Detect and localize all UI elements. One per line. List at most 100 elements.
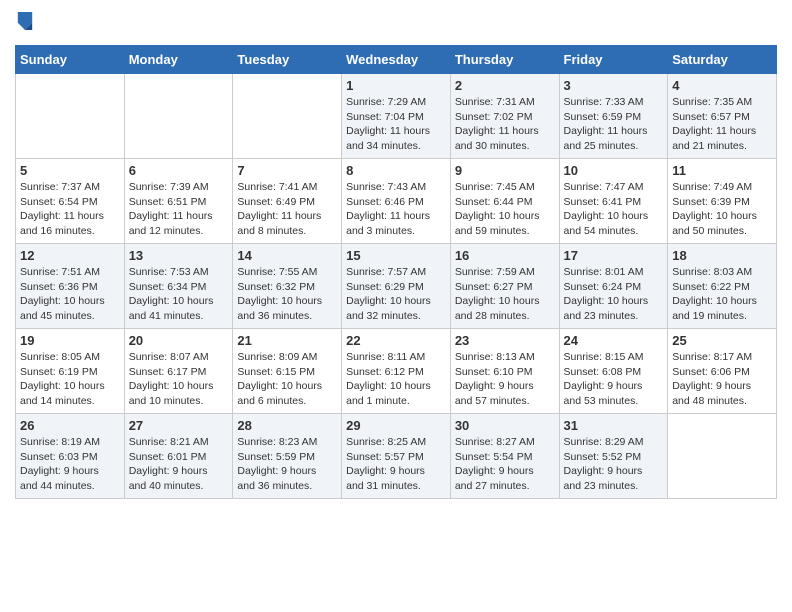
day-number: 27 bbox=[129, 418, 229, 433]
cell-text: Sunrise: 7:31 AM Sunset: 7:02 PM Dayligh… bbox=[455, 95, 555, 154]
calendar-cell: 21Sunrise: 8:09 AM Sunset: 6:15 PM Dayli… bbox=[233, 329, 342, 414]
calendar-week-row: 26 Sunrise: 8:19 AM Sunset: 6:03 PM Dayli… bbox=[16, 414, 777, 499]
cell-text: Sunrise: 8:11 AM Sunset: 6:12 PM Dayligh… bbox=[346, 350, 446, 409]
calendar-cell: 16 Sunrise: 7:59 AM Sunset: 6:27 PM Dayli… bbox=[450, 244, 559, 329]
day-number: 4 bbox=[672, 78, 772, 93]
page-container: SundayMondayTuesdayWednesdayThursdayFrid… bbox=[0, 0, 792, 509]
calendar-cell: 31 Sunrise: 8:29 AM Sunset: 5:52 PM Dayli… bbox=[559, 414, 668, 499]
calendar-cell: 20 Sunrise: 8:07 AM Sunset: 6:17 PM Dayli… bbox=[124, 329, 233, 414]
logo bbox=[15, 10, 36, 37]
weekday-header: Thursday bbox=[450, 46, 559, 74]
calendar-week-row: 19 Sunrise: 8:05 AM Sunset: 6:19 PM Dayli… bbox=[16, 329, 777, 414]
cell-text: Sunrise: 7:49 AM Sunset: 6:39 PM Dayligh… bbox=[672, 180, 772, 239]
day-number: 2 bbox=[455, 78, 555, 93]
day-number: 9 bbox=[455, 163, 555, 178]
cell-text: Sunrise: 8:13 AM Sunset: 6:10 PM Dayligh… bbox=[455, 350, 555, 409]
day-number: 13 bbox=[129, 248, 229, 263]
cell-text: Sunrise: 7:47 AM Sunset: 6:41 PM Dayligh… bbox=[564, 180, 664, 239]
day-number: 5 bbox=[20, 163, 120, 178]
calendar-cell: 29 Sunrise: 8:25 AM Sunset: 5:57 PM Dayli… bbox=[342, 414, 451, 499]
calendar-cell: 8 Sunrise: 7:43 AM Sunset: 6:46 PM Daylig… bbox=[342, 159, 451, 244]
day-number: 24 bbox=[564, 333, 664, 348]
cell-text: Sunrise: 8:01 AM Sunset: 6:24 PM Dayligh… bbox=[564, 265, 664, 324]
cell-text: Sunrise: 8:23 AM Sunset: 5:59 PM Dayligh… bbox=[237, 435, 337, 494]
cell-text: Sunrise: 8:17 AM Sunset: 6:06 PM Dayligh… bbox=[672, 350, 772, 409]
weekday-header: Monday bbox=[124, 46, 233, 74]
day-number: 30 bbox=[455, 418, 555, 433]
day-number: 12 bbox=[20, 248, 120, 263]
calendar-cell: 11 Sunrise: 7:49 AM Sunset: 6:39 PM Dayli… bbox=[668, 159, 777, 244]
calendar-cell: 19 Sunrise: 8:05 AM Sunset: 6:19 PM Dayli… bbox=[16, 329, 125, 414]
calendar-cell bbox=[124, 74, 233, 159]
calendar-cell: 22Sunrise: 8:11 AM Sunset: 6:12 PM Dayli… bbox=[342, 329, 451, 414]
cell-text: Sunrise: 8:15 AM Sunset: 6:08 PM Dayligh… bbox=[564, 350, 664, 409]
day-number: 3 bbox=[564, 78, 664, 93]
calendar-week-row: 1 Sunrise: 7:29 AM Sunset: 7:04 PM Daylig… bbox=[16, 74, 777, 159]
cell-text: Sunrise: 8:05 AM Sunset: 6:19 PM Dayligh… bbox=[20, 350, 120, 409]
weekday-header: Friday bbox=[559, 46, 668, 74]
cell-text: Sunrise: 8:21 AM Sunset: 6:01 PM Dayligh… bbox=[129, 435, 229, 494]
calendar-cell: 26 Sunrise: 8:19 AM Sunset: 6:03 PM Dayli… bbox=[16, 414, 125, 499]
calendar-table: SundayMondayTuesdayWednesdayThursdayFrid… bbox=[15, 45, 777, 499]
cell-text: Sunrise: 7:51 AM Sunset: 6:36 PM Dayligh… bbox=[20, 265, 120, 324]
day-number: 20 bbox=[129, 333, 229, 348]
cell-text: Sunrise: 7:43 AM Sunset: 6:46 PM Dayligh… bbox=[346, 180, 446, 239]
cell-text: Sunrise: 7:55 AM Sunset: 6:32 PM Dayligh… bbox=[237, 265, 337, 324]
cell-text: Sunrise: 7:57 AM Sunset: 6:29 PM Dayligh… bbox=[346, 265, 446, 324]
cell-text: Sunrise: 8:07 AM Sunset: 6:17 PM Dayligh… bbox=[129, 350, 229, 409]
calendar-cell: 7Sunrise: 7:41 AM Sunset: 6:49 PM Daylig… bbox=[233, 159, 342, 244]
cell-text: Sunrise: 7:35 AM Sunset: 6:57 PM Dayligh… bbox=[672, 95, 772, 154]
calendar-cell: 10 Sunrise: 7:47 AM Sunset: 6:41 PM Dayli… bbox=[559, 159, 668, 244]
calendar-week-row: 5 Sunrise: 7:37 AM Sunset: 6:54 PM Daylig… bbox=[16, 159, 777, 244]
day-number: 1 bbox=[346, 78, 446, 93]
cell-text: Sunrise: 7:29 AM Sunset: 7:04 PM Dayligh… bbox=[346, 95, 446, 154]
day-number: 29 bbox=[346, 418, 446, 433]
weekday-header: Sunday bbox=[16, 46, 125, 74]
calendar-cell bbox=[16, 74, 125, 159]
calendar-cell: 30 Sunrise: 8:27 AM Sunset: 5:54 PM Dayli… bbox=[450, 414, 559, 499]
day-number: 10 bbox=[564, 163, 664, 178]
calendar-cell: 5 Sunrise: 7:37 AM Sunset: 6:54 PM Daylig… bbox=[16, 159, 125, 244]
calendar-cell: 6Sunrise: 7:39 AM Sunset: 6:51 PM Daylig… bbox=[124, 159, 233, 244]
day-number: 26 bbox=[20, 418, 120, 433]
cell-text: Sunrise: 7:53 AM Sunset: 6:34 PM Dayligh… bbox=[129, 265, 229, 324]
weekday-header: Tuesday bbox=[233, 46, 342, 74]
calendar-cell: 2 Sunrise: 7:31 AM Sunset: 7:02 PM Daylig… bbox=[450, 74, 559, 159]
day-number: 23 bbox=[455, 333, 555, 348]
calendar-cell: 23 Sunrise: 8:13 AM Sunset: 6:10 PM Dayli… bbox=[450, 329, 559, 414]
cell-text: Sunrise: 8:29 AM Sunset: 5:52 PM Dayligh… bbox=[564, 435, 664, 494]
calendar-cell: 4 Sunrise: 7:35 AM Sunset: 6:57 PM Daylig… bbox=[668, 74, 777, 159]
calendar-cell: 27 Sunrise: 8:21 AM Sunset: 6:01 PM Dayli… bbox=[124, 414, 233, 499]
cell-text: Sunrise: 7:33 AM Sunset: 6:59 PM Dayligh… bbox=[564, 95, 664, 154]
calendar-cell: 3 Sunrise: 7:33 AM Sunset: 6:59 PM Daylig… bbox=[559, 74, 668, 159]
cell-text: Sunrise: 8:19 AM Sunset: 6:03 PM Dayligh… bbox=[20, 435, 120, 494]
day-number: 11 bbox=[672, 163, 772, 178]
cell-text: Sunrise: 8:27 AM Sunset: 5:54 PM Dayligh… bbox=[455, 435, 555, 494]
day-number: 8 bbox=[346, 163, 446, 178]
calendar-cell: 15Sunrise: 7:57 AM Sunset: 6:29 PM Dayli… bbox=[342, 244, 451, 329]
header bbox=[15, 10, 777, 37]
weekday-header: Wednesday bbox=[342, 46, 451, 74]
calendar-cell: 14 Sunrise: 7:55 AM Sunset: 6:32 PM Dayli… bbox=[233, 244, 342, 329]
day-number: 31 bbox=[564, 418, 664, 433]
cell-text: Sunrise: 7:45 AM Sunset: 6:44 PM Dayligh… bbox=[455, 180, 555, 239]
calendar-cell bbox=[233, 74, 342, 159]
day-number: 28 bbox=[237, 418, 337, 433]
calendar-cell: 17Sunrise: 8:01 AM Sunset: 6:24 PM Dayli… bbox=[559, 244, 668, 329]
day-number: 19 bbox=[20, 333, 120, 348]
weekday-header: Saturday bbox=[668, 46, 777, 74]
calendar-cell: 13 Sunrise: 7:53 AM Sunset: 6:34 PM Dayli… bbox=[124, 244, 233, 329]
weekday-header-row: SundayMondayTuesdayWednesdayThursdayFrid… bbox=[16, 46, 777, 74]
logo-icon bbox=[16, 10, 34, 32]
day-number: 25 bbox=[672, 333, 772, 348]
cell-text: Sunrise: 8:03 AM Sunset: 6:22 PM Dayligh… bbox=[672, 265, 772, 324]
calendar-week-row: 12 Sunrise: 7:51 AM Sunset: 6:36 PM Dayli… bbox=[16, 244, 777, 329]
day-number: 16 bbox=[455, 248, 555, 263]
calendar-cell bbox=[668, 414, 777, 499]
cell-text: Sunrise: 7:59 AM Sunset: 6:27 PM Dayligh… bbox=[455, 265, 555, 324]
day-number: 7 bbox=[237, 163, 337, 178]
cell-text: Sunrise: 8:25 AM Sunset: 5:57 PM Dayligh… bbox=[346, 435, 446, 494]
cell-text: Sunrise: 7:37 AM Sunset: 6:54 PM Dayligh… bbox=[20, 180, 120, 239]
day-number: 14 bbox=[237, 248, 337, 263]
calendar-cell: 12 Sunrise: 7:51 AM Sunset: 6:36 PM Dayli… bbox=[16, 244, 125, 329]
